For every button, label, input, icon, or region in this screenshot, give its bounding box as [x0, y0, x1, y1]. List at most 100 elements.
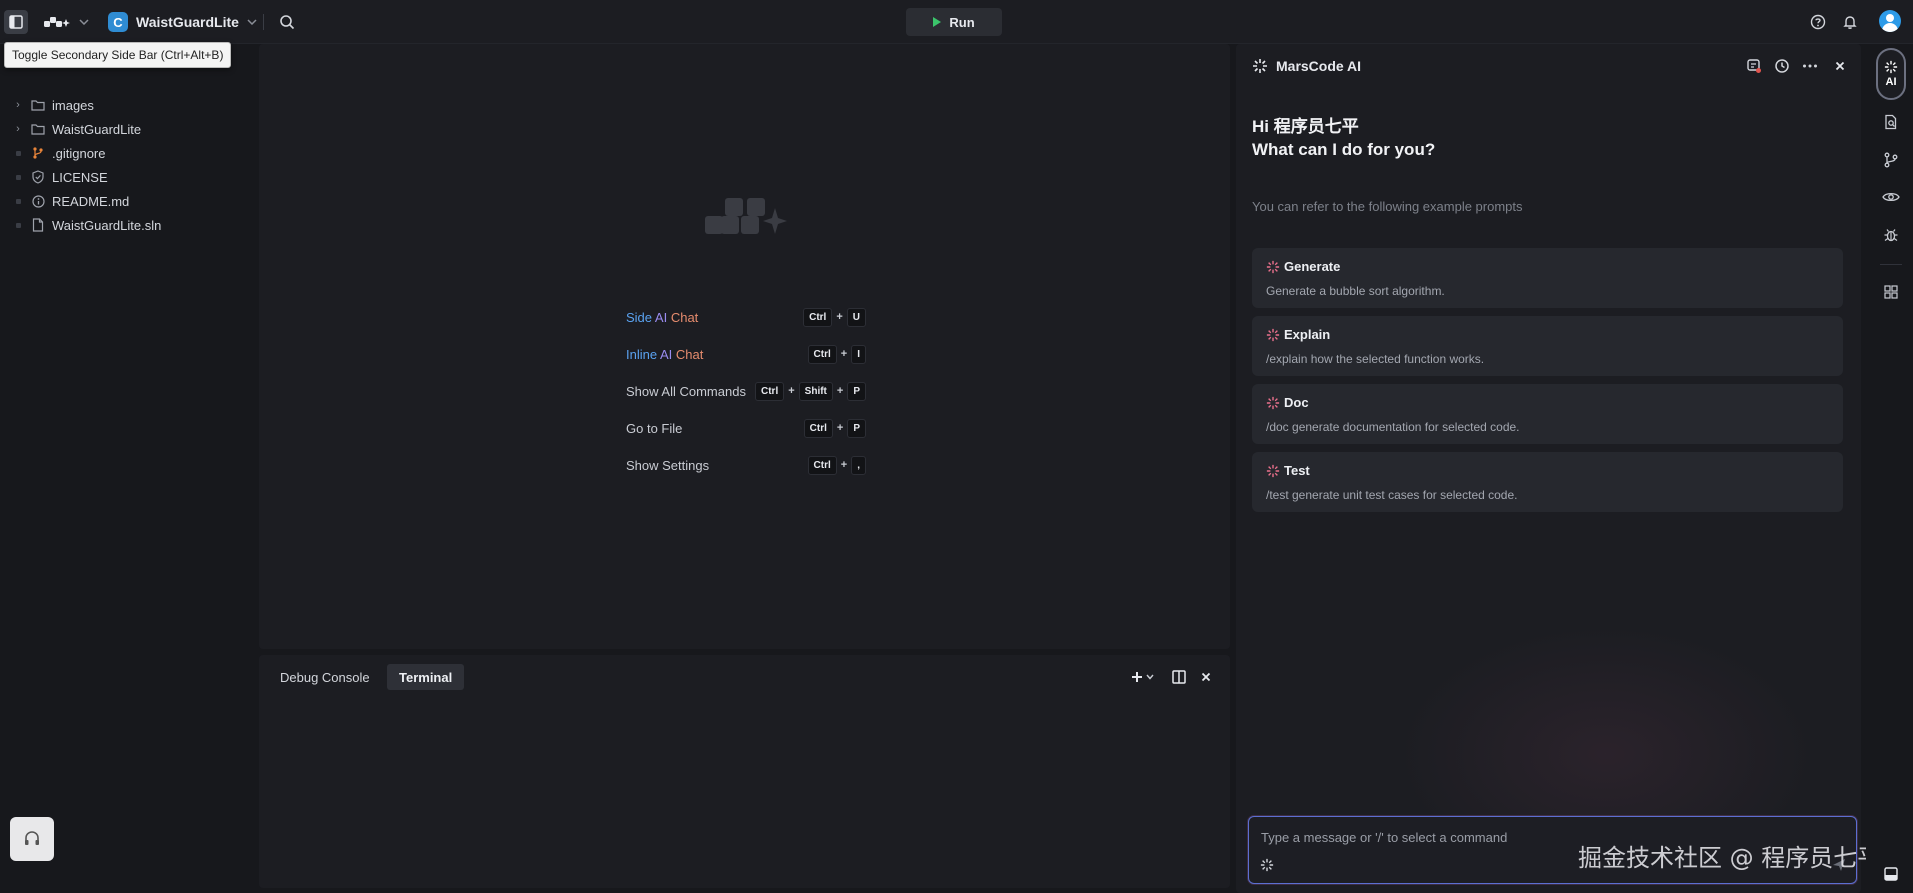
play-icon: [933, 17, 942, 27]
tree-item-label: WaistGuardLite.sln: [52, 217, 162, 233]
marscode-watermark-logo-icon: [705, 198, 787, 234]
ai-chat-panel: MarsCode AI Hi 程序员七平 What can I do for y…: [1236, 44, 1861, 893]
prompt-card-generate[interactable]: Generate Generate a bubble sort algorith…: [1252, 248, 1843, 308]
tree-item-sln[interactable]: WaistGuardLite.sln: [0, 213, 258, 237]
prompt-card-title: Doc: [1284, 395, 1309, 410]
logo-menu-chevron[interactable]: [76, 10, 92, 34]
project-selector[interactable]: C WaistGuardLite: [108, 10, 257, 34]
info-icon: [30, 194, 46, 208]
tree-item-images[interactable]: › images: [0, 93, 258, 117]
tree-item-license[interactable]: LICENSE: [0, 165, 258, 189]
shortcut-label: Go to File: [626, 420, 683, 436]
history-button[interactable]: [1772, 56, 1792, 76]
shortcut-show-settings: Show Settings Ctrl +,: [626, 454, 866, 476]
ai-activity-button[interactable]: AI: [1876, 48, 1906, 100]
extensions-button[interactable]: [1881, 282, 1901, 302]
shortcut-keys: Ctrl + Shift + P: [755, 381, 866, 401]
shield-icon: [30, 170, 46, 184]
search-files-button[interactable]: [1881, 112, 1901, 132]
bug-icon: [1884, 229, 1898, 242]
new-terminal-button[interactable]: [1129, 667, 1159, 687]
tooltip: Toggle Secondary Side Bar (Ctrl+Alt+B): [4, 42, 232, 68]
marscode-logo-button[interactable]: [40, 10, 74, 34]
tab-debug-console[interactable]: Debug Console: [268, 664, 382, 690]
tree-item-readme[interactable]: README.md: [0, 189, 258, 213]
debug-button[interactable]: [1881, 225, 1901, 245]
bottom-panel: Debug Console Terminal: [259, 655, 1230, 888]
git-branch-icon: [1884, 152, 1898, 168]
shortcut-keys: Ctrl + P: [803, 418, 866, 438]
split-terminal-button[interactable]: [1169, 667, 1189, 687]
history-icon: [1775, 59, 1789, 73]
ai-sparkle-icon[interactable]: [1260, 858, 1274, 872]
prompt-card-title: Explain: [1284, 327, 1331, 342]
tree-item-label: README.md: [52, 193, 130, 209]
split-icon: [1172, 670, 1186, 684]
source-control-button[interactable]: [1881, 150, 1901, 170]
ai-sparkle-icon: [1266, 328, 1280, 342]
run-button[interactable]: Run: [906, 8, 1002, 36]
titlebar-divider: [263, 14, 264, 30]
support-button[interactable]: [10, 817, 54, 861]
ai-sparkle-icon: [1266, 464, 1280, 478]
prompt-card-test[interactable]: Test /test generate unit test cases for …: [1252, 452, 1843, 512]
new-chat-button[interactable]: [1744, 56, 1764, 76]
project-icon: C: [108, 12, 128, 32]
ai-sparkle-icon: [1266, 396, 1280, 410]
chevron-right-icon: ›: [16, 123, 20, 135]
close-icon: [1835, 61, 1845, 71]
greeting-name: Hi 程序员七平: [1252, 117, 1359, 136]
search-button[interactable]: [275, 10, 299, 34]
more-options-button[interactable]: [1800, 56, 1820, 76]
more-horizontal-icon: [1803, 64, 1817, 68]
ai-sparkle-icon: [1884, 60, 1898, 74]
eye-icon: [1882, 192, 1900, 202]
run-label: Run: [949, 14, 975, 30]
prompt-card-description: /doc generate documentation for selected…: [1266, 420, 1520, 434]
prompt-card-description: /explain how the selected function works…: [1266, 352, 1485, 366]
toggle-sidebar-button[interactable]: [4, 10, 28, 34]
tab-terminal[interactable]: Terminal: [387, 664, 465, 690]
help-button[interactable]: [1806, 10, 1830, 34]
plus-icon: [1132, 672, 1154, 682]
watermark-text: 掘金技术社区 @ 程序员七平: [1578, 844, 1882, 872]
ai-activity-label: AI: [1885, 76, 1897, 88]
tree-item-waistguardlite[interactable]: › WaistGuardLite: [0, 117, 258, 141]
shortcut-keys: Ctrl + U: [803, 307, 866, 327]
ai-sparkle-icon: [1253, 59, 1267, 73]
shortcut-keys: Ctrl +,: [807, 455, 866, 475]
prompt-card-explain[interactable]: Explain /explain how the selected functi…: [1252, 316, 1843, 376]
file-explorer: › images › WaistGuardLite .gitignore LIC…: [0, 44, 258, 893]
file-icon: [30, 218, 46, 232]
marscode-logo-icon: [44, 17, 70, 27]
prompt-card-doc[interactable]: Doc /doc generate documentation for sele…: [1252, 384, 1843, 444]
headset-icon: [25, 831, 39, 845]
close-panel-button[interactable]: [1196, 667, 1216, 687]
example-prompts-hint: You can refer to the following example p…: [1252, 199, 1523, 214]
shortcut-label: Show All Commands: [626, 383, 746, 399]
search-icon: [280, 15, 295, 30]
prompt-card-title: Test: [1284, 463, 1310, 478]
title-bar: C WaistGuardLite Run: [0, 0, 1913, 44]
prompt-card-title: Generate: [1284, 259, 1341, 274]
tree-item-gitignore[interactable]: .gitignore: [0, 141, 258, 165]
activity-divider: [1880, 264, 1902, 265]
preview-button[interactable]: [1881, 187, 1901, 207]
user-avatar[interactable]: [1879, 10, 1901, 32]
close-ai-panel-button[interactable]: [1830, 56, 1850, 76]
chevron-right-icon: ›: [16, 99, 20, 111]
activity-bar: AI: [1866, 44, 1913, 893]
chevron-down-icon: [247, 19, 257, 25]
tree-item-label: LICENSE: [52, 169, 108, 185]
toggle-panel-button[interactable]: [1881, 864, 1901, 884]
tree-item-label: .gitignore: [52, 145, 106, 161]
close-icon: [1201, 672, 1211, 682]
ai-panel-title: MarsCode AI: [1276, 58, 1362, 74]
project-name: WaistGuardLite: [136, 14, 239, 30]
shortcut-side-ai-chat: Side AI Chat Ctrl + U: [626, 306, 866, 328]
panel-layout-icon: [1884, 867, 1898, 881]
git-branch-icon: [30, 146, 46, 160]
prompt-card-description: Generate a bubble sort algorithm.: [1266, 284, 1445, 298]
notifications-button[interactable]: [1838, 10, 1862, 34]
shortcut-inline-ai-chat: Inline AI Chat Ctrl + I: [626, 343, 866, 365]
